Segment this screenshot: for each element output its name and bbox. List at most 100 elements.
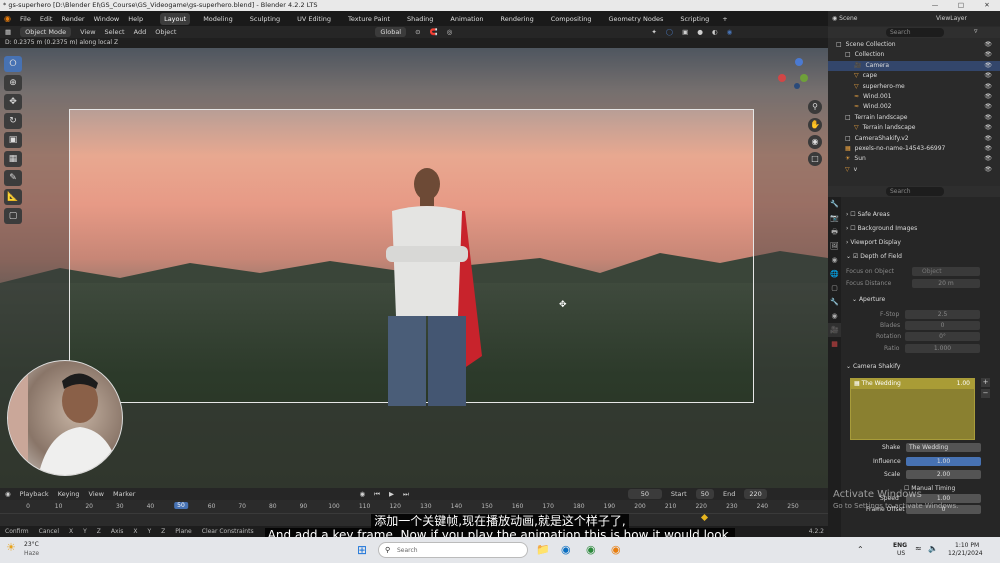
menu-edit[interactable]: Edit <box>40 15 53 23</box>
minimize-icon[interactable]: — <box>922 0 948 11</box>
influence-slider[interactable]: 1.00 <box>906 457 981 466</box>
timeline-view-menu[interactable]: View <box>89 490 104 498</box>
visibility-eye-icon[interactable]: 👁 <box>984 82 992 92</box>
menu-render[interactable]: Render <box>61 15 84 23</box>
world-tab-icon[interactable]: 🌐 <box>828 267 841 281</box>
panel-viewport-display[interactable]: › Viewport Display <box>846 237 996 248</box>
blades-field[interactable]: 0 <box>905 321 980 330</box>
tab-scripting[interactable]: Scripting <box>676 13 713 25</box>
visibility-eye-icon[interactable]: 👁 <box>984 134 992 144</box>
add-workspace-button[interactable]: + <box>722 15 727 23</box>
tab-shading[interactable]: Shading <box>403 13 437 25</box>
visibility-eye-icon[interactable]: 👁 <box>984 50 992 60</box>
play-icon[interactable]: ▶ <box>389 490 394 498</box>
object-menu[interactable]: Object <box>155 28 176 36</box>
view-menu[interactable]: View <box>80 28 95 36</box>
visibility-eye-icon[interactable]: 👁 <box>984 165 992 175</box>
keying-menu[interactable]: Keying <box>58 490 80 498</box>
tab-rendering[interactable]: Rendering <box>497 13 538 25</box>
remove-shake-button[interactable]: − <box>981 389 990 398</box>
shake-list[interactable]: ▦ The Wedding 1.00 <box>850 378 975 440</box>
axis-gizmo[interactable] <box>776 54 810 90</box>
aperture-subpanel[interactable]: ⌄ Aperture <box>852 294 1000 305</box>
language-indicator[interactable]: ENG <box>893 542 907 549</box>
outliner-row[interactable]: ▽ Terrain landscape 👁 <box>828 123 1000 133</box>
jump-start-icon[interactable]: ⏮ <box>374 490 380 499</box>
transform-tool-icon[interactable]: ▦ <box>4 151 22 167</box>
outliner-row[interactable]: ▽ cape 👁 <box>828 71 1000 81</box>
visibility-eye-icon[interactable]: 👁 <box>984 144 992 154</box>
proportional-edit-icon[interactable]: ◎ <box>447 28 453 36</box>
panel-safe-areas[interactable]: › ☐ Safe Areas <box>846 209 996 220</box>
chevron-up-icon[interactable]: ⌃ <box>857 545 864 554</box>
close-icon[interactable]: ✕ <box>974 0 1000 11</box>
outliner-row[interactable]: ≈ Wind.002 👁 <box>828 102 1000 112</box>
blender-logo-icon[interactable]: ◉ <box>4 14 11 23</box>
texture-tab-icon[interactable]: ▦ <box>828 337 841 351</box>
weather-icon[interactable]: ☀ <box>6 541 16 554</box>
jump-end-icon[interactable]: ⏭ <box>403 490 409 499</box>
current-frame-field[interactable]: 50 <box>627 489 662 499</box>
viewlayer-name[interactable]: ViewLayer <box>936 11 967 26</box>
mode-select[interactable]: Object Mode <box>20 27 72 37</box>
add-menu[interactable]: Add <box>134 28 147 36</box>
start-frame-field[interactable]: 50 <box>695 489 714 499</box>
rotation-field[interactable]: 0° <box>905 332 980 341</box>
outliner-row[interactable]: ☀ Sun 👁 <box>828 154 1000 164</box>
outliner-row[interactable]: ▦ pexels-no-name-14543-66997 👁 <box>828 144 1000 154</box>
xray-icon[interactable]: ▣ <box>682 28 688 36</box>
superhero-figure[interactable] <box>370 166 490 411</box>
timeline-editor-icon[interactable]: ◉ <box>5 490 11 498</box>
tab-compositing[interactable]: Compositing <box>547 13 596 25</box>
outliner-row[interactable]: □ CameraShakify.v2 👁 <box>828 134 1000 144</box>
tab-modeling[interactable]: Modeling <box>199 13 237 25</box>
focus-object-field[interactable]: Object <box>912 267 980 276</box>
blender-taskbar-icon[interactable]: ◉ <box>611 543 621 556</box>
panel-depth-of-field[interactable]: ⌄ ☑ Depth of Field <box>846 251 996 262</box>
properties-search-input[interactable]: Search <box>886 187 944 196</box>
scale-field[interactable]: 2.00 <box>906 470 981 479</box>
camera-data-tab-icon[interactable]: 🎥 <box>828 323 841 337</box>
physics-tab-icon[interactable]: ◉ <box>828 309 841 323</box>
tab-geometry-nodes[interactable]: Geometry Nodes <box>605 13 668 25</box>
cursor-tool-icon[interactable]: ⊕ <box>4 75 22 91</box>
visibility-eye-icon[interactable]: 👁 <box>984 92 992 102</box>
maximize-icon[interactable]: □ <box>948 0 974 11</box>
panel-background-images[interactable]: › ☐ Background Images <box>846 223 996 234</box>
lock-icon[interactable]: □ <box>808 152 822 166</box>
tab-sculpting[interactable]: Sculpting <box>246 13 284 25</box>
visibility-eye-icon[interactable]: 👁 <box>984 154 992 164</box>
render-tab-icon[interactable]: 📷 <box>828 211 841 225</box>
scene-name[interactable]: Scene <box>839 15 857 22</box>
zoom-icon[interactable]: ⚲ <box>808 100 822 114</box>
marker-menu[interactable]: Marker <box>113 490 135 498</box>
fstop-field[interactable]: 2.5 <box>905 310 980 319</box>
menu-help[interactable]: Help <box>128 15 143 23</box>
wifi-icon[interactable]: ≈ <box>915 544 922 553</box>
panel-camera-shakify[interactable]: ⌄ Camera Shakify <box>846 361 996 372</box>
tab-uv-editing[interactable]: UV Editing <box>293 13 335 25</box>
menu-file[interactable]: File <box>20 15 31 23</box>
editor-type-icon[interactable]: ▦ <box>5 28 11 36</box>
transform-orientation-select[interactable]: Global <box>375 27 407 37</box>
pivot-icon[interactable]: ⊙ <box>415 28 420 36</box>
outliner-search-input[interactable]: Search <box>886 28 944 37</box>
snap-icon[interactable]: 🧲 <box>430 28 438 36</box>
chrome-icon[interactable]: ◉ <box>586 543 596 556</box>
end-frame-field[interactable]: 220 <box>744 489 767 499</box>
select-menu[interactable]: Select <box>105 28 125 36</box>
shake-list-item[interactable]: ▦ The Wedding 1.00 <box>851 379 974 389</box>
outliner-row[interactable]: □ Collection 👁 <box>828 50 1000 60</box>
gizmo-icon[interactable]: ✦ <box>651 28 656 36</box>
playback-menu[interactable]: Playback <box>20 490 49 498</box>
rotate-tool-icon[interactable]: ↻ <box>4 113 22 129</box>
clock-date[interactable]: 12/21/2024 <box>948 550 983 557</box>
output-tab-icon[interactable]: 🖶 <box>828 225 841 239</box>
visibility-eye-icon[interactable]: 👁 <box>984 61 992 71</box>
outliner-row[interactable]: ≈ Wind.001 👁 <box>828 92 1000 102</box>
camera-view-icon[interactable]: ◉ <box>808 135 822 149</box>
menu-window[interactable]: Window <box>94 15 120 23</box>
pan-hand-icon[interactable]: ✋ <box>808 118 822 132</box>
tab-texture-paint[interactable]: Texture Paint <box>344 13 394 25</box>
outliner-row[interactable]: 🎥 Camera 👁 <box>828 60 1000 72</box>
